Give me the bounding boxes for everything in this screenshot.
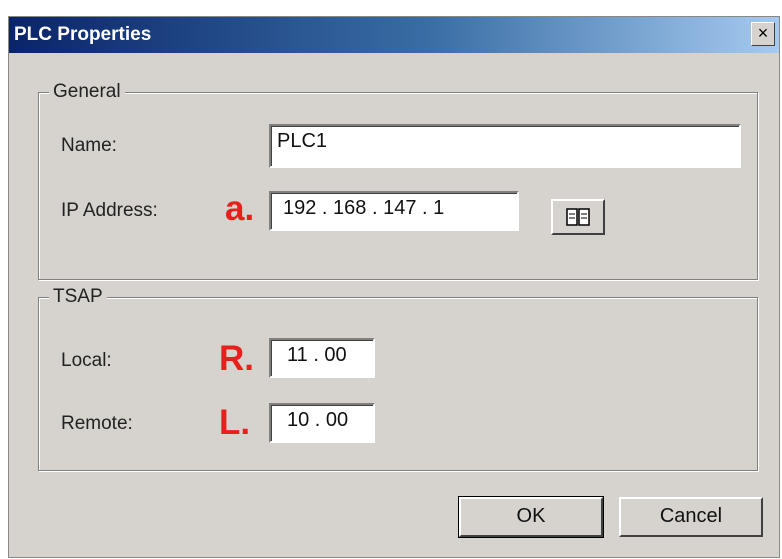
ip-address-field[interactable]: 192 . 168 . 147 . 1 [269,191,519,231]
close-button[interactable]: × [751,22,775,46]
local-tsap-field[interactable]: 11 . 00 [269,338,375,378]
local-label: Local: [61,350,112,371]
dialog-title: PLC Properties [14,24,152,45]
plc-properties-dialog: PLC Properties × General Name: PLC1 IP A… [8,16,780,558]
cancel-button[interactable]: Cancel [619,497,763,537]
remote-tsap-field[interactable]: 10 . 00 [269,403,375,443]
title-bar[interactable]: PLC Properties × [9,17,779,53]
name-label: Name: [61,135,117,156]
remote-marker: L. [219,403,251,442]
name-field[interactable]: PLC1 [269,124,741,168]
general-group-label: General [49,81,125,103]
browse-button[interactable] [551,199,605,235]
local-marker: R. [219,339,254,378]
ip-marker: a. [225,189,255,228]
ok-button[interactable]: OK [458,496,604,538]
remote-label: Remote: [61,413,133,434]
general-group: General [38,81,758,280]
address-book-icon [566,208,590,226]
tsap-group-label: TSAP [49,286,107,308]
ip-address-label: IP Address: [61,200,158,221]
tsap-group: TSAP [38,286,758,471]
